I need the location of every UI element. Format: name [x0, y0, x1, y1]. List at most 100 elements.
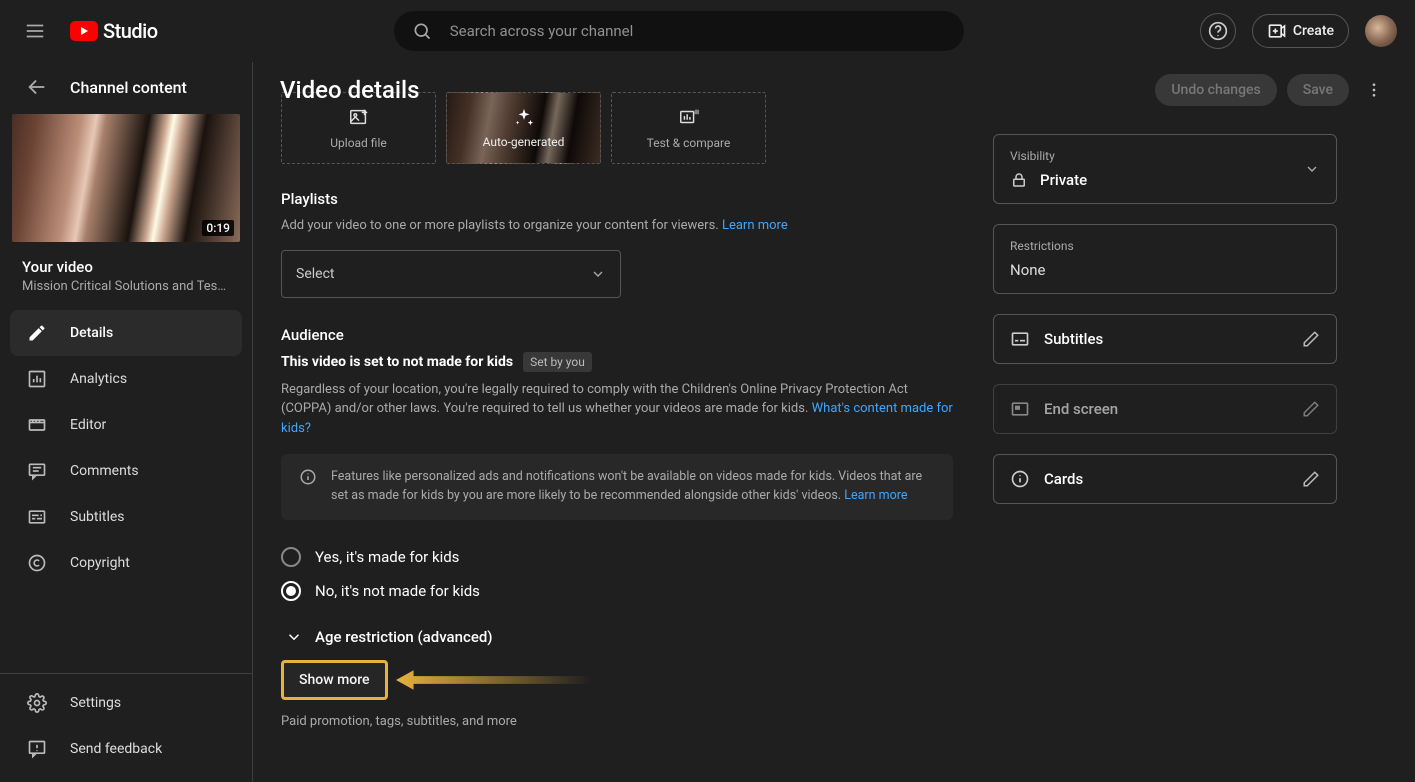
lock-icon: [1010, 171, 1028, 189]
edit-pen-icon[interactable]: [1302, 330, 1320, 348]
create-label: Create: [1293, 23, 1334, 39]
end-screen-icon: [1010, 399, 1030, 419]
radio-no-kids[interactable]: No, it's not made for kids: [281, 574, 953, 608]
radio-icon: [281, 547, 301, 567]
visibility-label: Visibility: [1010, 149, 1087, 163]
nav-label: Settings: [70, 695, 121, 711]
search-icon: [412, 21, 432, 41]
thumb-upload-label: Upload file: [330, 136, 386, 150]
radio-label: Yes, it's made for kids: [315, 548, 459, 566]
subtitles-icon: [1010, 329, 1030, 349]
sparkle-icon: [513, 107, 535, 129]
cards-card[interactable]: Cards: [993, 454, 1337, 504]
right-rail: Video details Undo changes Save Visibili…: [993, 62, 1363, 782]
analytics-icon: [26, 369, 48, 389]
nav-label: Analytics: [70, 371, 127, 387]
restrictions-card: Restrictions None: [993, 224, 1337, 294]
cards-label: Cards: [1044, 470, 1083, 488]
undo-changes-button[interactable]: Undo changes: [1155, 74, 1276, 106]
nav-settings[interactable]: Settings: [10, 680, 242, 726]
audience-title: Audience: [281, 326, 953, 344]
end-screen-card[interactable]: End screen: [993, 384, 1337, 434]
nav-analytics[interactable]: Analytics: [10, 356, 242, 402]
copyright-icon: [26, 553, 48, 573]
avatar[interactable]: [1365, 15, 1397, 47]
head-actions: Undo changes Save: [1155, 74, 1389, 106]
nav-subtitles[interactable]: Subtitles: [10, 494, 242, 540]
sidebar-bottom: Settings Send feedback: [0, 673, 252, 782]
feedback-icon: [26, 739, 48, 759]
restrictions-value: None: [1010, 261, 1320, 279]
visibility-card[interactable]: Visibility Private: [993, 134, 1337, 204]
video-duration: 0:19: [202, 220, 234, 236]
playlists-learn-more-link[interactable]: Learn more: [722, 218, 788, 233]
playlists-select[interactable]: Select: [281, 250, 621, 298]
chevron-down-icon: [285, 628, 303, 646]
content: Upload file Auto-generated Test & compar…: [253, 62, 993, 782]
age-restriction-expander[interactable]: Age restriction (advanced): [281, 608, 953, 660]
subtitles-card[interactable]: Subtitles: [993, 314, 1337, 364]
search-input[interactable]: [448, 21, 946, 41]
hamburger-menu-icon[interactable]: [18, 14, 52, 48]
playlists-select-label: Select: [296, 266, 334, 282]
nav-editor[interactable]: Editor: [10, 402, 242, 448]
sidebar: Channel content 0:19 Your video Mission …: [0, 62, 253, 782]
audience-info-link[interactable]: Learn more: [844, 488, 907, 503]
nav-label: Comments: [70, 463, 139, 479]
edit-pen-icon[interactable]: [1302, 470, 1320, 488]
save-button[interactable]: Save: [1287, 74, 1349, 106]
main: Upload file Auto-generated Test & compar…: [253, 62, 1415, 782]
info-icon: [299, 468, 317, 506]
playlists-title: Playlists: [281, 190, 953, 208]
back-button[interactable]: [26, 76, 48, 98]
end-screen-label: End screen: [1044, 400, 1118, 418]
gear-icon: [26, 693, 48, 713]
show-more-sub: Paid promotion, tags, subtitles, and mor…: [281, 714, 953, 729]
top-actions: Create: [1200, 13, 1397, 49]
radio-label: No, it's not made for kids: [315, 582, 480, 600]
thumb-auto-label: Auto-generated: [483, 135, 565, 149]
youtube-play-icon: [70, 21, 98, 41]
create-button[interactable]: Create: [1252, 14, 1349, 48]
age-restriction-label: Age restriction (advanced): [315, 628, 493, 646]
nav-label: Copyright: [70, 555, 130, 571]
nav-label: Subtitles: [70, 509, 125, 525]
upload-image-icon: [348, 106, 370, 128]
page-title: Video details: [280, 76, 419, 104]
topbar: Studio Create: [0, 0, 1415, 62]
audience-info-box: Features like personalized ads and notif…: [281, 454, 953, 520]
search-wrap: [158, 11, 1200, 51]
video-thumbnail[interactable]: 0:19: [12, 114, 240, 242]
help-icon: [1208, 21, 1228, 41]
more-options-button[interactable]: [1359, 75, 1389, 105]
nav-label: Editor: [70, 417, 106, 433]
help-button[interactable]: [1200, 13, 1236, 49]
info-icon: [1010, 469, 1030, 489]
nav-feedback[interactable]: Send feedback: [10, 726, 242, 772]
radio-yes-kids[interactable]: Yes, it's made for kids: [281, 540, 953, 574]
chevron-down-icon: [590, 266, 606, 282]
thumb-test-label: Test & compare: [647, 136, 731, 150]
sidebar-title: Channel content: [70, 78, 187, 97]
comments-icon: [26, 461, 48, 481]
youtube-studio-logo[interactable]: Studio: [70, 19, 158, 43]
restrictions-label: Restrictions: [1010, 239, 1320, 253]
editor-icon: [26, 415, 48, 435]
nav-comments[interactable]: Comments: [10, 448, 242, 494]
audience-status-line: This video is set to not made for kids S…: [281, 352, 953, 372]
search-box[interactable]: [394, 11, 964, 51]
logo-text: Studio: [103, 19, 158, 43]
sidebar-header: Channel content: [0, 62, 252, 110]
edit-pen-icon[interactable]: [1302, 400, 1320, 418]
chevron-down-icon: [1304, 161, 1320, 177]
nav-details[interactable]: Details: [10, 310, 242, 356]
nav-label: Send feedback: [70, 741, 162, 757]
arrow-left-icon: [26, 76, 48, 98]
create-icon: [1267, 21, 1287, 41]
pencil-icon: [26, 323, 48, 343]
audience-desc: Regardless of your location, you're lega…: [281, 380, 953, 439]
show-more-button[interactable]: Show more: [281, 660, 388, 700]
nav-copyright[interactable]: Copyright: [10, 540, 242, 586]
kebab-icon: [1365, 81, 1383, 99]
subtitles-label: Subtitles: [1044, 330, 1103, 348]
